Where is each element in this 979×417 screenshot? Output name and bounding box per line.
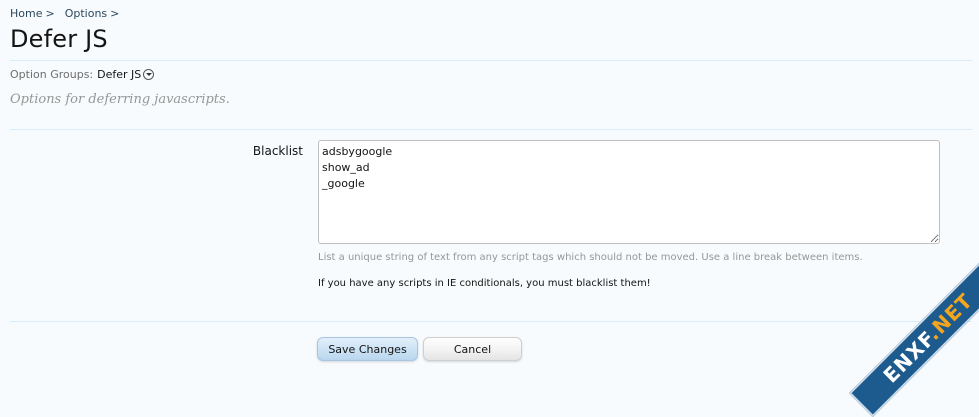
page-title: Defer JS xyxy=(10,25,108,53)
cancel-button[interactable]: Cancel xyxy=(423,337,522,361)
option-groups-selected[interactable]: Defer JS xyxy=(97,68,141,81)
breadcrumb-options-label: Options xyxy=(64,7,108,20)
form-divider xyxy=(10,321,972,322)
blacklist-label: Blacklist xyxy=(252,144,303,158)
breadcrumb-options-link[interactable]: Options > xyxy=(65,7,126,20)
option-groups-label: Option Groups: xyxy=(10,68,94,81)
blacklist-hint: List a unique string of text from any sc… xyxy=(318,252,863,263)
watermark-ribbon: ENXF.NET xyxy=(848,258,979,417)
chevron-down-circle-icon[interactable] xyxy=(143,69,155,80)
breadcrumb-separator: > xyxy=(45,7,55,20)
watermark-logo-accent: .NET xyxy=(921,288,978,345)
breadcrumb-separator: > xyxy=(110,7,120,20)
breadcrumb: Home > Options > xyxy=(10,7,125,20)
description-divider xyxy=(10,129,972,130)
blacklist-note: If you have any scripts in IE conditiona… xyxy=(318,278,651,289)
title-divider xyxy=(10,60,972,61)
page-description: Options for deferring javascripts. xyxy=(10,92,230,107)
breadcrumb-home-link[interactable]: Home > xyxy=(10,7,61,20)
save-changes-button[interactable]: Save Changes xyxy=(317,337,418,361)
breadcrumb-home-label: Home xyxy=(10,7,43,20)
watermark-logo: ENXF.NET xyxy=(878,288,977,387)
blacklist-textarea[interactable]: adsbygoogle show_ad _google xyxy=(318,140,940,244)
option-groups: Option Groups: Defer JS xyxy=(10,68,155,81)
